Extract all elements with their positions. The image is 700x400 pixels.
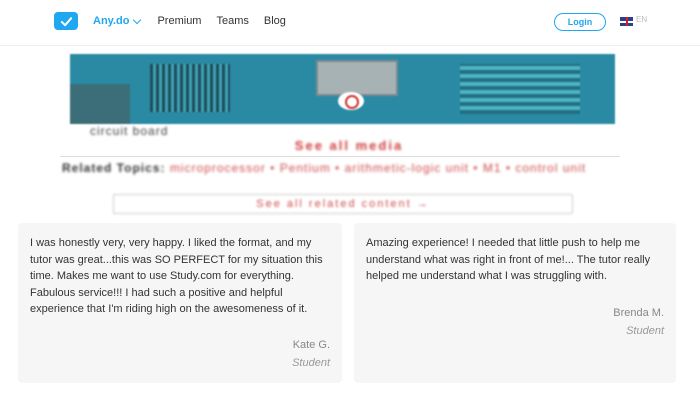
related-heading: Related Topics: <box>62 161 166 175</box>
nav-item-blog[interactable]: Blog <box>264 15 286 27</box>
related-topics-links[interactable]: microprocessor • Pentium • arithmetic-lo… <box>170 161 586 175</box>
anydo-logo[interactable] <box>54 12 78 30</box>
reviewer-name: Kate G. <box>292 339 330 351</box>
uk-flag-icon[interactable] <box>620 17 633 26</box>
brand-menu[interactable]: Any.do <box>93 15 142 27</box>
image-caption: circuit board <box>90 124 169 138</box>
circuit-board-image <box>70 54 615 124</box>
see-all-media-link[interactable]: See all media <box>40 138 658 153</box>
chevron-down-icon <box>133 15 142 24</box>
review-text: I was honestly very, very happy. I liked… <box>30 237 323 315</box>
top-navigation-bar: Any.do Premium Teams Blog Login EN <box>0 0 700 46</box>
nav-item-teams[interactable]: Teams <box>216 15 248 27</box>
divider <box>60 156 620 157</box>
review-card: Amazing experience! I needed that little… <box>354 223 676 383</box>
language-code[interactable]: EN <box>636 15 647 24</box>
checkmark-icon <box>60 16 72 26</box>
reviewer-name: Brenda M. <box>613 307 664 319</box>
see-all-related-button[interactable]: See all related content → <box>113 194 573 214</box>
login-button[interactable]: Login <box>554 13 606 31</box>
brand-menu-label: Any.do <box>93 15 130 27</box>
reviewer-role: Student <box>626 325 664 337</box>
search-icon <box>338 92 364 110</box>
nav-item-premium[interactable]: Premium <box>157 15 201 27</box>
embedded-article-snapshot: circuit board See all media Related Topi… <box>40 46 658 222</box>
review-text: Amazing experience! I needed that little… <box>366 237 651 282</box>
reviewer-role: Student <box>292 357 330 369</box>
main-nav: Any.do Premium Teams Blog <box>93 15 301 27</box>
review-card: I was honestly very, very happy. I liked… <box>18 223 342 383</box>
related-topics: Related Topics: microprocessor • Pentium… <box>62 162 642 174</box>
